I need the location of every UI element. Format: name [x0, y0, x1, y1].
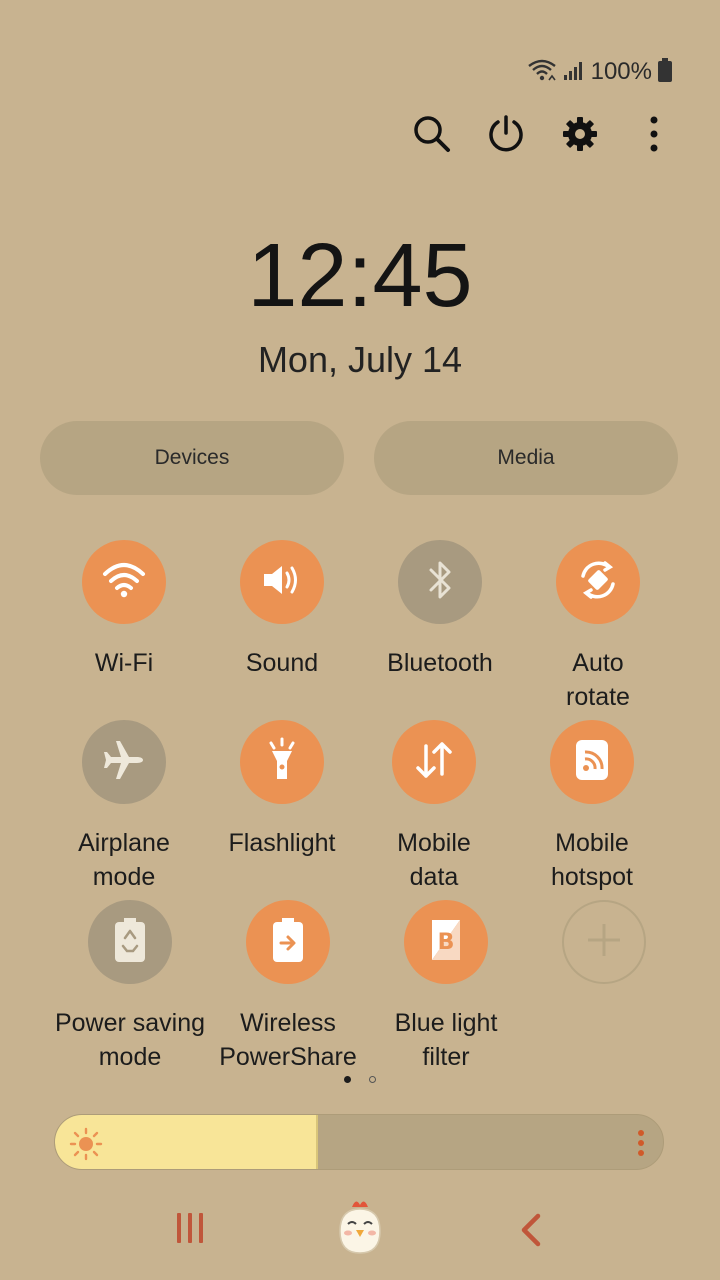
tile-sound[interactable]: Sound	[197, 540, 367, 680]
blue-light-filter-icon: B	[426, 916, 466, 969]
tile-mobile-hotspot[interactable]: Mobile hotspot	[507, 720, 677, 894]
wireless-powershare-toggle[interactable]	[246, 900, 330, 984]
battery-percentage: 100%	[590, 58, 652, 85]
brightness-slider[interactable]	[54, 1114, 664, 1170]
power-button[interactable]	[484, 112, 528, 160]
tile-auto-rotate[interactable]: Auto rotate	[513, 540, 683, 714]
search-button[interactable]	[410, 112, 454, 160]
tile-power-saving-mode[interactable]: Power saving mode	[45, 900, 215, 1074]
settings-button[interactable]	[558, 112, 602, 160]
mobile-data-icon	[412, 738, 456, 787]
back-icon	[516, 1212, 544, 1253]
blue-light-filter-toggle[interactable]: B	[404, 900, 488, 984]
wifi-icon	[527, 58, 557, 87]
bluetooth-toggle[interactable]	[398, 540, 482, 624]
tile-label: Bluetooth	[387, 649, 493, 677]
tile-label: Mobile hotspot	[550, 829, 633, 891]
tile-bluetooth[interactable]: Bluetooth	[355, 540, 525, 680]
power-icon	[486, 114, 526, 159]
recents-icon	[174, 1211, 206, 1250]
devices-button[interactable]: Devices	[40, 421, 344, 495]
mobile-data-toggle[interactable]	[392, 720, 476, 804]
page-dot-1[interactable]	[344, 1076, 351, 1083]
power-saving-icon	[112, 916, 148, 969]
status-bar: 100%	[527, 56, 672, 88]
wifi-toggle[interactable]	[82, 540, 166, 624]
media-button[interactable]: Media	[374, 421, 678, 495]
more-vert-icon	[648, 116, 660, 157]
tile-mobile-data[interactable]: Mobile data	[349, 720, 519, 894]
wireless-powershare-icon	[270, 916, 306, 969]
back-button[interactable]	[510, 1210, 550, 1254]
sound-toggle[interactable]	[240, 540, 324, 624]
tile-label: Power saving mode	[54, 1009, 206, 1071]
brightness-sun-icon	[69, 1127, 103, 1166]
sound-icon	[260, 560, 304, 605]
add-tile-button[interactable]	[562, 900, 646, 984]
tile-label: Flashlight	[228, 829, 336, 857]
brightness-more-icon[interactable]	[637, 1129, 645, 1162]
tile-label: Wi-Fi	[94, 649, 154, 677]
home-icon	[334, 1197, 386, 1262]
tile-airplane-mode[interactable]: Airplane mode	[39, 720, 209, 894]
quick-panel-actions	[410, 112, 676, 160]
power-saving-toggle[interactable]	[88, 900, 172, 984]
mobile-hotspot-toggle[interactable]	[550, 720, 634, 804]
tile-flashlight[interactable]: Flashlight	[197, 720, 367, 860]
tile-wifi[interactable]: Wi-Fi	[39, 540, 209, 680]
clock-time: 12:45	[247, 226, 473, 326]
tile-wireless-powershare[interactable]: Wireless PowerShare	[203, 900, 373, 1074]
signal-icon	[563, 59, 585, 86]
flashlight-icon	[262, 737, 302, 788]
battery-icon	[658, 57, 672, 87]
tile-label: Wireless PowerShare	[219, 1009, 357, 1071]
tile-label: Blue light filter	[394, 1009, 498, 1071]
airplane-mode-toggle[interactable]	[82, 720, 166, 804]
tile-add[interactable]	[519, 900, 689, 984]
page-indicator	[0, 1076, 720, 1083]
tile-label: Mobile data	[397, 829, 471, 891]
tile-blue-light-filter[interactable]: B Blue light filter	[361, 900, 531, 1074]
search-icon	[412, 114, 452, 159]
svg-text:B: B	[438, 930, 455, 955]
tile-label: Auto rotate	[566, 649, 630, 711]
page-dot-2[interactable]	[369, 1076, 376, 1083]
tile-label: Sound	[245, 649, 319, 677]
home-button[interactable]	[334, 1198, 386, 1260]
bluetooth-icon	[425, 558, 455, 607]
flashlight-toggle[interactable]	[240, 720, 324, 804]
hotspot-icon	[572, 738, 612, 787]
tile-label: Airplane mode	[78, 829, 170, 891]
wifi-icon	[102, 560, 146, 605]
auto-rotate-icon	[574, 556, 622, 609]
add-icon	[582, 918, 626, 967]
navigation-bar	[0, 1196, 720, 1266]
airplane-icon	[102, 738, 146, 787]
recents-button[interactable]	[170, 1206, 210, 1254]
auto-rotate-toggle[interactable]	[556, 540, 640, 624]
settings-icon	[561, 115, 599, 158]
more-options-button[interactable]	[632, 112, 676, 160]
clock-date: Mon, July 14	[257, 339, 463, 380]
